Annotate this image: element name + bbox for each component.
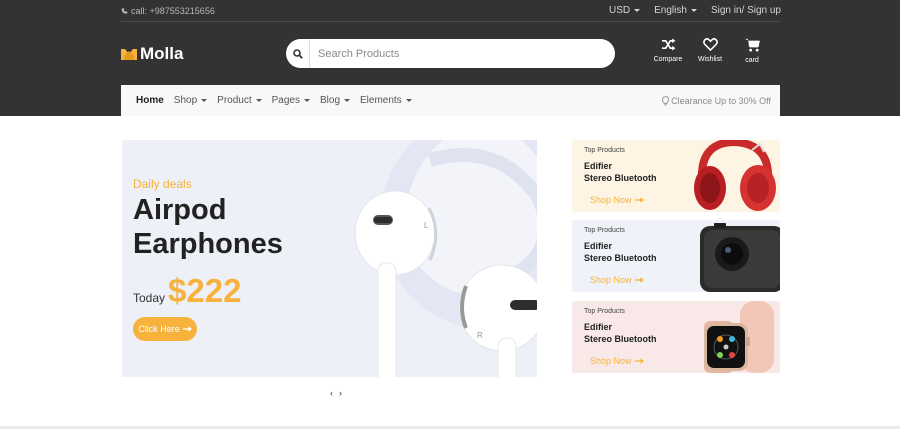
shuffle-icon — [661, 38, 675, 51]
cta-label: Click Here — [138, 324, 180, 334]
banner-tag: Top Products — [584, 147, 625, 154]
chevron-down-icon — [303, 99, 310, 102]
banner-title: Edifier Stereo Bluetooth — [584, 321, 657, 345]
chevron-down-icon — [201, 99, 208, 102]
logo-mark-icon — [121, 49, 137, 60]
nav-item-product[interactable]: Product — [217, 95, 262, 106]
top-bar: call: +987553215656 USD English Sign in/… — [121, 0, 781, 22]
nav-item-label: Product — [217, 95, 252, 106]
hero-price: $222 — [168, 272, 242, 309]
arrow-right-icon — [634, 277, 644, 283]
arrow-right-icon — [634, 358, 644, 364]
smartwatch-image — [704, 301, 774, 373]
cart-icon — [744, 38, 760, 52]
shop-now-label: Shop Now — [590, 195, 632, 205]
action-camera-image — [700, 223, 780, 292]
wishlist-label: Wishlist — [697, 56, 723, 63]
banner-title-line-2: Stereo Bluetooth — [584, 334, 657, 344]
svg-text:L: L — [424, 221, 429, 230]
compare-button[interactable]: Compare — [650, 38, 686, 64]
clearance-promo[interactable]: Clearance Up to 30% Off — [662, 96, 771, 106]
chevron-down-icon — [344, 99, 350, 102]
phone-contact[interactable]: call: +987553215656 — [121, 6, 215, 16]
wishlist-button[interactable]: Wishlist — [692, 38, 728, 64]
slider-controls: ‹ › — [330, 388, 342, 398]
banner-title-line-1: Edifier — [584, 241, 613, 251]
logo[interactable]: Molla — [121, 44, 183, 64]
promo-text: Clearance Up to 30% Off — [671, 95, 771, 106]
svg-text:R: R — [477, 331, 483, 340]
chevron-down-icon — [405, 99, 412, 102]
banner-tag: Top Products — [584, 227, 625, 234]
product-banner[interactable]: Top Products Edifier Stereo Bluetooth Sh… — [572, 301, 780, 373]
hero-title-line-2: Earphones — [133, 228, 283, 260]
airpod-earphones-image: L R — [354, 190, 537, 377]
nav-item-label: Home — [136, 95, 164, 106]
cart-button[interactable]: card — [734, 38, 770, 64]
heart-icon — [702, 38, 718, 51]
hero-title: Airpod Earphones — [133, 193, 283, 261]
banner-tag: Top Products — [584, 308, 625, 315]
hero-subtitle: Daily deals — [133, 177, 192, 191]
hero-banner: Daily deals Airpod Earphones Today $222 … — [122, 140, 537, 377]
chevron-down-icon — [690, 9, 697, 12]
search-bar — [286, 39, 615, 68]
shop-now-link[interactable]: Shop Now — [590, 275, 644, 285]
hero-price-row: Today $222 — [133, 272, 241, 310]
sign-in-link[interactable]: Sign in/ Sign up — [711, 5, 781, 16]
shop-now-label: Shop Now — [590, 356, 632, 366]
nav-item-elements[interactable]: Elements — [360, 95, 412, 106]
language-label: English — [654, 5, 687, 16]
nav-item-label: Pages — [271, 95, 300, 106]
nav-item-label: Shop — [173, 95, 198, 106]
red-headphones-image — [694, 140, 776, 211]
arrow-right-icon — [634, 197, 644, 203]
shop-now-label: Shop Now — [590, 275, 632, 285]
search-input[interactable] — [310, 39, 615, 68]
product-banner[interactable]: Top Products Edifier Stereo Bluetooth Sh… — [572, 140, 780, 212]
arrow-right-icon — [182, 326, 192, 332]
banner-title-line-2: Stereo Bluetooth — [584, 173, 657, 183]
banner-title: Edifier Stereo Bluetooth — [584, 160, 657, 184]
nav-item-label: Blog — [319, 95, 340, 106]
currency-dropdown[interactable]: USD — [609, 5, 641, 16]
nav-item-pages[interactable]: Pages — [272, 95, 310, 106]
search-button[interactable] — [286, 39, 310, 68]
currency-label: USD — [609, 5, 631, 16]
main-nav: Home Shop Product Pages Blog Elements Cl… — [121, 85, 780, 116]
lightbulb-icon — [662, 95, 670, 105]
product-banner[interactable]: Top Products Edifier Stereo Bluetooth Sh… — [572, 220, 780, 292]
phone-icon — [121, 7, 128, 14]
site-header: call: +987553215656 USD English Sign in/… — [0, 0, 900, 116]
nav-item-shop[interactable]: Shop — [173, 95, 208, 106]
banner-title-line-1: Edifier — [584, 161, 613, 171]
slider-prev-button[interactable]: ‹ — [330, 388, 333, 398]
search-icon — [292, 48, 303, 59]
today-label: Today — [133, 291, 166, 305]
nav-item-blog[interactable]: Blog — [320, 95, 350, 106]
banner-title: Edifier Stereo Bluetooth — [584, 240, 657, 264]
slider-next-button[interactable]: › — [339, 388, 342, 398]
phone-text: call: +987553215656 — [131, 5, 215, 16]
shop-now-link[interactable]: Shop Now — [590, 195, 644, 205]
language-dropdown[interactable]: English — [654, 5, 697, 16]
banner-title-line-2: Stereo Bluetooth — [584, 253, 657, 263]
logo-text: Molla — [140, 44, 184, 63]
nav-item-label: Elements — [360, 95, 402, 106]
shop-now-link[interactable]: Shop Now — [590, 356, 644, 366]
hero-title-line-1: Airpod — [133, 194, 227, 226]
chevron-down-icon — [634, 9, 641, 12]
compare-label: Compare — [653, 56, 683, 63]
nav-item-home[interactable]: Home — [136, 95, 164, 106]
banner-title-line-1: Edifier — [584, 322, 613, 332]
cart-label: card — [745, 57, 759, 64]
click-here-button[interactable]: Click Here — [133, 317, 197, 341]
chevron-down-icon — [255, 99, 262, 102]
